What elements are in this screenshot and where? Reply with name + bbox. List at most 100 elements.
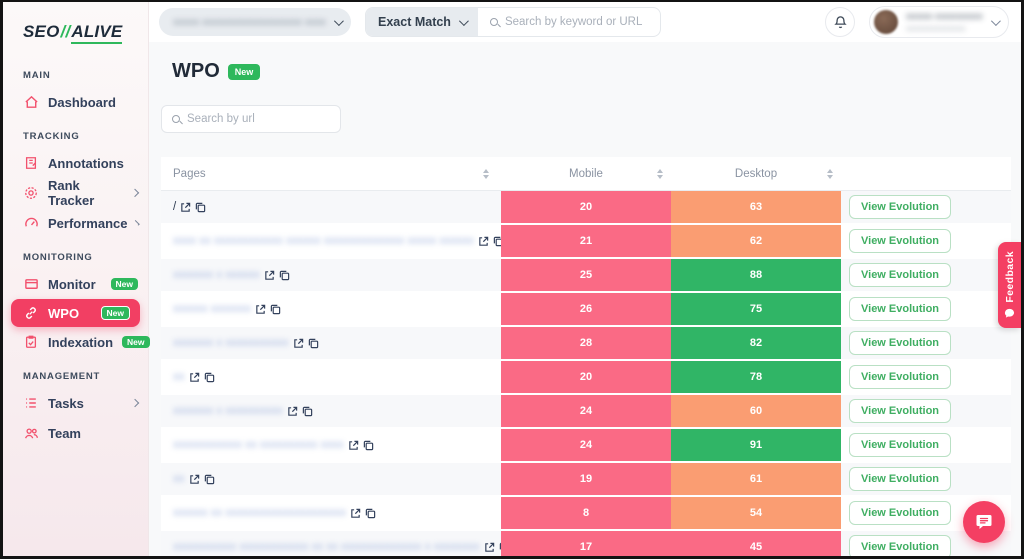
sidebar-item-annotations[interactable]: Annotations: [3, 148, 148, 178]
page-link[interactable]: xxxxxxx x xxxxxxxxxx: [173, 405, 283, 417]
desktop-score: 54: [671, 497, 841, 529]
external-link-icon[interactable]: [293, 338, 304, 349]
sidebar-item-label: Performance: [48, 215, 128, 231]
table-row: xxxxxxx x xxxxxxxxxxx 28 82 View Evoluti…: [161, 327, 1011, 361]
page-link[interactable]: xxxxxxxxxxx xxxxxxxxxxxx xx xx xxxxxxxxx…: [173, 541, 480, 553]
page-link[interactable]: xxxxxxx x xxxxxxxxxxx: [173, 337, 289, 349]
view-evolution-button[interactable]: View Evolution: [849, 535, 952, 556]
external-link-icon[interactable]: [287, 406, 298, 417]
page-link[interactable]: xxxx xx xxxxxxxxxxxx xxxxxx xxxxxxxxxxxx…: [173, 235, 474, 247]
view-evolution-button[interactable]: View Evolution: [849, 331, 952, 355]
table-row: xxxx xx xxxxxxxxxxxx xxxxxx xxxxxxxxxxxx…: [161, 225, 1011, 259]
desktop-score: 88: [671, 259, 841, 291]
sort-icon[interactable]: [483, 168, 489, 179]
section-label-management: MANAGEMENT: [23, 371, 101, 382]
keyword-search-input[interactable]: [504, 16, 648, 28]
copy-icon[interactable]: [302, 406, 313, 417]
sort-icon[interactable]: [827, 168, 833, 179]
chat-widget-button[interactable]: [963, 501, 1005, 543]
copy-icon[interactable]: [279, 270, 290, 281]
table-row: xx 20 78 View Evolution: [161, 361, 1011, 395]
table-row: xx 19 61 View Evolution: [161, 463, 1011, 497]
mobile-score: 24: [501, 395, 671, 427]
mobile-score: 21: [501, 225, 671, 257]
sidebar-item-wpo[interactable]: WPO New: [11, 299, 140, 327]
table-row: xxxxxx xxxxxxx 26 75 View Evolution: [161, 293, 1011, 327]
match-type-select[interactable]: Exact Match: [366, 8, 478, 36]
sidebar-item-dashboard[interactable]: Dashboard: [3, 87, 148, 117]
view-evolution-button[interactable]: View Evolution: [849, 399, 952, 423]
table-row: / 20 63 View Evolution: [161, 191, 1011, 225]
external-link-icon[interactable]: [189, 372, 200, 383]
copy-icon[interactable]: [204, 474, 215, 485]
notifications-button[interactable]: [825, 7, 855, 37]
page-link[interactable]: xxxxxxxxxxxx xx xxxxxxxxxx xxxx: [173, 439, 344, 451]
external-link-icon[interactable]: [180, 202, 191, 213]
page-link[interactable]: /: [173, 201, 176, 213]
copy-icon[interactable]: [363, 440, 374, 451]
url-search-input[interactable]: [187, 113, 330, 125]
page-link[interactable]: xx: [173, 473, 185, 485]
external-link-icon[interactable]: [255, 304, 266, 315]
keyword-search-box: [478, 8, 660, 36]
user-menu[interactable]: xxxxx xxxxxxxxx xxxxxxxxxxxxxx: [869, 6, 1009, 38]
mobile-score: 8: [501, 497, 671, 529]
page-content: WPO New Pages Mobile: [149, 42, 1021, 556]
mobile-score: 20: [501, 191, 671, 223]
site-selector-dropdown[interactable]: xxxxx xxxxxxxxxxxxxxxxxxx xxxx: [159, 8, 351, 36]
sidebar-item-rank-tracker[interactable]: Rank Tracker: [3, 178, 148, 208]
match-type-value: Exact Match: [378, 15, 451, 29]
page-cell: xxxxxx xx xxxxxxxxxxxxxxxxxxxxx: [161, 497, 501, 529]
page-link[interactable]: xxxxxx xxxxxxx: [173, 303, 251, 315]
view-evolution-button[interactable]: View Evolution: [849, 263, 952, 287]
external-link-icon[interactable]: [264, 270, 275, 281]
page-link[interactable]: xxxxxxx x xxxxxx: [173, 269, 260, 281]
external-link-icon[interactable]: [350, 508, 361, 519]
external-link-icon[interactable]: [484, 542, 495, 553]
copy-icon[interactable]: [195, 202, 206, 213]
external-link-icon[interactable]: [189, 474, 200, 485]
column-header-mobile[interactable]: Mobile: [501, 168, 671, 180]
section-label-tracking: TRACKING: [23, 131, 80, 142]
column-header-desktop[interactable]: Desktop: [671, 168, 841, 180]
page-link[interactable]: xxxxxx xx xxxxxxxxxxxxxxxxxxxxx: [173, 507, 346, 519]
copy-icon[interactable]: [204, 372, 215, 383]
column-header-pages[interactable]: Pages: [161, 168, 501, 180]
copy-icon[interactable]: [493, 236, 501, 247]
page-link[interactable]: xx: [173, 371, 185, 383]
page-header: WPO New: [161, 60, 1021, 83]
section-label-monitoring: MONITORING: [23, 252, 93, 263]
mobile-score: 25: [501, 259, 671, 291]
sidebar-item-label: Tasks: [48, 395, 84, 411]
external-link-icon[interactable]: [348, 440, 359, 451]
view-evolution-button[interactable]: View Evolution: [849, 501, 952, 525]
copy-icon[interactable]: [308, 338, 319, 349]
external-link-icon[interactable]: [478, 236, 489, 247]
page-cell: xxxx xx xxxxxxxxxxxx xxxxxx xxxxxxxxxxxx…: [161, 225, 501, 257]
view-evolution-button[interactable]: View Evolution: [849, 365, 952, 389]
mobile-score: 17: [501, 531, 671, 556]
mobile-score: 28: [501, 327, 671, 359]
copy-icon[interactable]: [365, 508, 376, 519]
team-icon: [23, 425, 39, 441]
view-evolution-button[interactable]: View Evolution: [849, 195, 952, 219]
feedback-tab[interactable]: Feedback: [998, 242, 1021, 328]
view-evolution-button[interactable]: View Evolution: [849, 467, 952, 491]
copy-icon[interactable]: [270, 304, 281, 315]
view-evolution-button[interactable]: View Evolution: [849, 297, 952, 321]
sidebar-item-team[interactable]: Team: [3, 418, 148, 448]
view-evolution-button[interactable]: View Evolution: [849, 229, 952, 253]
sidebar-item-monitor[interactable]: Monitor New: [3, 269, 148, 299]
sidebar-item-performance[interactable]: Performance: [3, 208, 148, 238]
page-cell: /: [161, 191, 501, 223]
page-cell: xxxxxxx x xxxxxx: [161, 259, 501, 291]
mobile-score: 24: [501, 429, 671, 461]
page-cell: xx: [161, 361, 501, 393]
sidebar-item-tasks[interactable]: Tasks: [3, 388, 148, 418]
desktop-score: 82: [671, 327, 841, 359]
sidebar-item-indexation[interactable]: Indexation New: [3, 327, 150, 357]
sort-icon[interactable]: [657, 168, 663, 179]
seoalive-logo: SEO//ALIVE: [3, 14, 148, 56]
view-evolution-button[interactable]: View Evolution: [849, 433, 952, 457]
desktop-score: 62: [671, 225, 841, 257]
